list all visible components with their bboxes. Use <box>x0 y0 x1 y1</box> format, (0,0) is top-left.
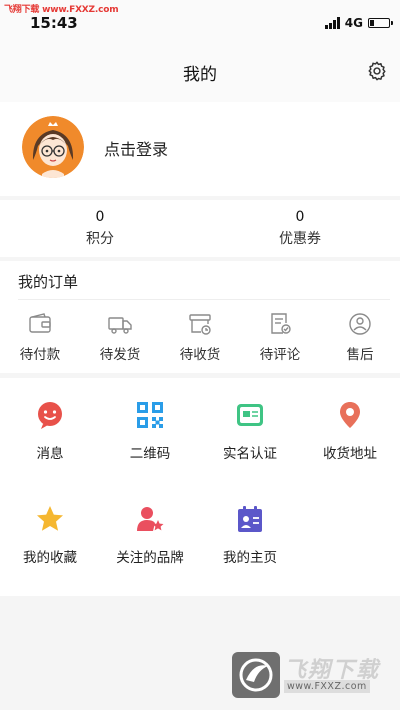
homepage-icon <box>238 506 262 532</box>
network-type: 4G <box>344 16 363 30</box>
star-icon <box>37 506 63 531</box>
service-label: 我的主页 <box>223 550 277 566</box>
service-my-homepage[interactable]: 我的主页 <box>200 504 300 566</box>
service-label: 收货地址 <box>323 446 377 462</box>
watermark-url: www.FXXZ.com <box>284 680 370 693</box>
service-messages[interactable]: 消息 <box>0 400 100 462</box>
order-pending-receipt[interactable]: 待收货 <box>160 311 240 363</box>
user-star-icon <box>137 507 164 531</box>
page-title: 我的 <box>183 65 217 85</box>
status-bar: 飞翔下载 www.FXXZ.com 15:43 4G <box>0 0 400 40</box>
service-label: 二维码 <box>129 446 171 462</box>
settings-gear-icon[interactable] <box>366 60 388 82</box>
package-clock-icon <box>189 314 211 335</box>
order-label: 售后 <box>346 347 374 363</box>
service-label: 关注的品牌 <box>116 550 184 566</box>
status-icons: 4G <box>324 16 393 30</box>
status-time: 15:43 <box>30 14 78 32</box>
order-label: 待评论 <box>259 347 301 363</box>
message-icon <box>38 402 62 429</box>
stat-points[interactable]: 0 积分 <box>0 200 200 257</box>
service-followed-brands[interactable]: 关注的品牌 <box>100 504 200 566</box>
order-label: 待发货 <box>99 347 141 363</box>
watermark-logo-icon <box>232 652 280 698</box>
service-shipping-address[interactable]: 收货地址 <box>300 400 400 462</box>
service-label: 我的收藏 <box>23 550 77 566</box>
services-grid: 消息 二维码 实名认证 收货地址 我的收藏 关注的品牌 我的主页 <box>0 378 400 596</box>
review-icon <box>271 313 291 334</box>
stats-row: 0 积分 0 优惠券 <box>0 200 400 257</box>
orders-title: 我的订单 <box>18 273 79 291</box>
stat-coupons[interactable]: 0 优惠券 <box>200 200 400 257</box>
order-pending-review[interactable]: 待评论 <box>240 311 320 363</box>
id-card-icon <box>237 404 263 426</box>
after-sales-icon <box>349 313 371 335</box>
qr-code-icon <box>137 402 163 428</box>
location-pin-icon <box>340 402 360 428</box>
orders-row: 待付款 待发货 待收货 待评论 售后 <box>0 311 400 363</box>
wallet-icon <box>29 313 51 333</box>
battery-icon <box>368 18 393 28</box>
points-label: 积分 <box>86 231 114 247</box>
service-qr-code[interactable]: 二维码 <box>100 400 200 462</box>
coupons-label: 优惠券 <box>279 231 321 247</box>
service-identity-verification[interactable]: 实名认证 <box>200 400 300 462</box>
order-label: 待付款 <box>19 347 61 363</box>
order-after-sales[interactable]: 售后 <box>320 311 400 363</box>
coupons-value: 0 <box>295 209 305 225</box>
order-label: 待收货 <box>179 347 221 363</box>
service-favorites[interactable]: 我的收藏 <box>0 504 100 566</box>
profile-card: 点击登录 <box>0 102 400 196</box>
orders-section: 我的订单 待付款 待发货 待收货 待评论 售后 <box>0 261 400 373</box>
login-link[interactable]: 点击登录 <box>104 136 168 160</box>
points-value: 0 <box>95 209 105 225</box>
watermark-bottom: 飞翔下载 www.FXXZ.com <box>232 650 392 702</box>
order-pending-shipment[interactable]: 待发货 <box>80 311 160 363</box>
divider <box>18 299 390 300</box>
order-pending-payment[interactable]: 待付款 <box>0 311 80 363</box>
nav-bar: 我的 <box>0 40 400 102</box>
truck-icon <box>108 317 132 334</box>
signal-icon <box>324 17 340 29</box>
service-label: 实名认证 <box>223 446 277 462</box>
avatar[interactable] <box>22 116 84 178</box>
service-label: 消息 <box>36 446 64 462</box>
